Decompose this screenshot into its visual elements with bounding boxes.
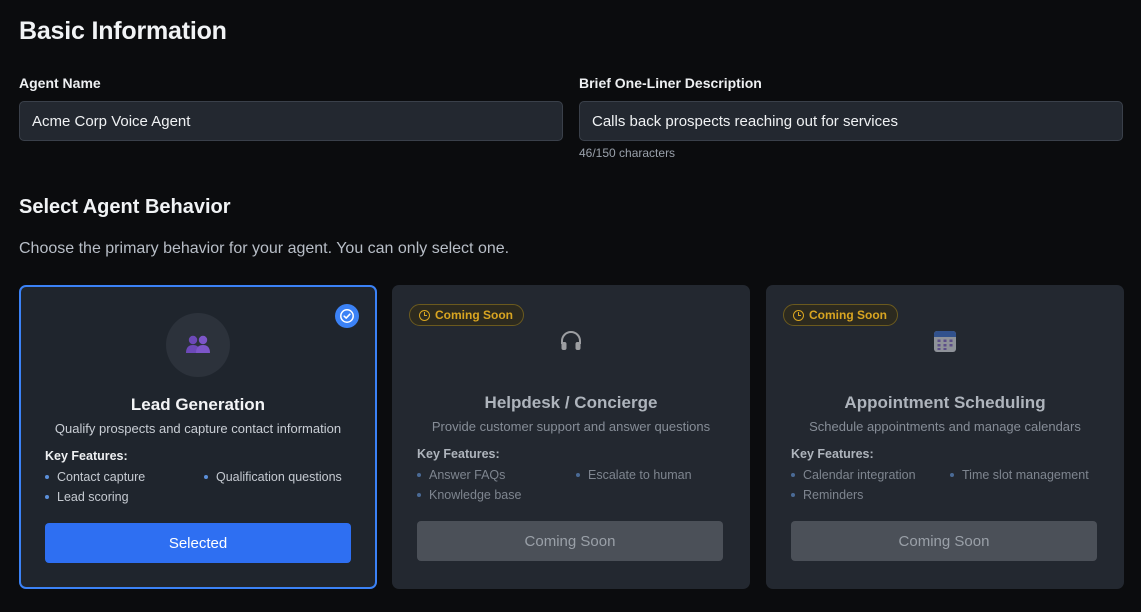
selected-check-icon bbox=[335, 304, 359, 328]
card-description: Provide customer support and answer ques… bbox=[431, 419, 711, 434]
behavior-card-lead-generation[interactable]: Lead Generation Qualify prospects and ca… bbox=[19, 285, 377, 589]
feature-item: Lead scoring bbox=[45, 490, 129, 504]
badge-label: Coming Soon bbox=[435, 308, 513, 322]
feature-item: Answer FAQs bbox=[417, 468, 505, 482]
feature-item: Contact capture bbox=[45, 470, 145, 484]
basic-info-heading: Basic Information bbox=[19, 17, 227, 45]
feature-item: Escalate to human bbox=[576, 468, 692, 482]
feature-item: Knowledge base bbox=[417, 488, 521, 502]
card-description: Schedule appointments and manage calenda… bbox=[809, 419, 1081, 434]
behavior-subtitle: Choose the primary behavior for your age… bbox=[19, 240, 510, 257]
card-title: Helpdesk / Concierge bbox=[484, 393, 658, 412]
behavior-card-helpdesk: Coming Soon Helpdesk / Concierge Provide… bbox=[392, 285, 750, 589]
key-features-label: Key Features: bbox=[45, 449, 128, 463]
calendar-icon bbox=[766, 329, 1124, 353]
agent-name-input[interactable] bbox=[19, 101, 563, 141]
coming-soon-button: Coming Soon bbox=[417, 521, 723, 561]
coming-soon-badge: Coming Soon bbox=[409, 304, 524, 326]
selected-button[interactable]: Selected bbox=[45, 523, 351, 563]
feature-item: Calendar integration bbox=[791, 468, 916, 482]
feature-item: Reminders bbox=[791, 488, 863, 502]
headphones-icon bbox=[392, 329, 750, 353]
agent-setup-page: Basic Information Agent Name Brief One-L… bbox=[0, 0, 1141, 612]
description-input[interactable] bbox=[579, 101, 1123, 141]
feature-item: Time slot management bbox=[950, 468, 1089, 482]
key-features-label: Key Features: bbox=[791, 447, 874, 461]
card-title: Appointment Scheduling bbox=[844, 393, 1046, 412]
key-features-label: Key Features: bbox=[417, 447, 500, 461]
badge-label: Coming Soon bbox=[809, 308, 887, 322]
clock-icon bbox=[793, 309, 804, 321]
feature-item: Qualification questions bbox=[204, 470, 342, 484]
behavior-heading: Select Agent Behavior bbox=[19, 196, 231, 218]
card-title: Lead Generation bbox=[130, 395, 266, 414]
character-counter: 46/150 characters bbox=[579, 146, 676, 160]
agent-name-label: Agent Name bbox=[19, 75, 101, 91]
coming-soon-button: Coming Soon bbox=[791, 521, 1097, 561]
card-description: Qualify prospects and capture contact in… bbox=[54, 421, 342, 436]
description-label: Brief One-Liner Description bbox=[579, 75, 762, 91]
behavior-card-appointment-scheduling: Coming Soon Appointment Scheduling Sched… bbox=[766, 285, 1124, 589]
users-icon bbox=[166, 313, 230, 377]
clock-icon bbox=[419, 309, 430, 321]
coming-soon-badge: Coming Soon bbox=[783, 304, 898, 326]
